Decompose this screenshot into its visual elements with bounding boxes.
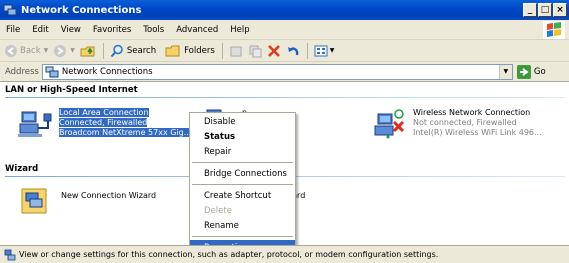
connection-device: Intel(R) Wireless WiFi Link 496... <box>413 128 542 137</box>
connection-name: Local Area Connection <box>59 108 149 117</box>
folders-button[interactable]: Folders <box>163 42 217 60</box>
group-header-wizard: Wizard <box>5 164 39 174</box>
menu-rename[interactable]: Rename <box>190 218 295 233</box>
go-button[interactable]: Go <box>516 64 546 79</box>
views-icon <box>314 45 328 56</box>
toolbar-separator <box>221 42 223 59</box>
group-header-lan: LAN or High-Speed Internet <box>5 85 138 95</box>
menu-separator <box>192 236 293 237</box>
back-label: Back <box>20 45 41 56</box>
menu-repair[interactable]: Repair <box>190 144 295 159</box>
search-icon <box>110 44 123 57</box>
go-label: Go <box>533 66 546 77</box>
toolbar-separator <box>102 42 104 59</box>
group-divider <box>5 97 565 98</box>
status-text: View or change settings for this connect… <box>19 250 439 259</box>
go-arrow-icon <box>516 64 531 79</box>
menu-view[interactable]: View <box>55 25 87 35</box>
copy-to-icon <box>249 45 262 57</box>
menu-status[interactable]: Status <box>190 129 295 144</box>
wizard-name: New Connection Wizard <box>61 191 157 200</box>
window-title: Network Connections <box>21 4 142 16</box>
wireless-connection-icon <box>372 108 406 140</box>
maximize-button[interactable]: □ <box>538 3 552 17</box>
network-connections-icon <box>45 66 59 77</box>
connection-device: Broadcom NetXtreme 57xx Gig... <box>59 128 192 137</box>
back-arrow-icon <box>5 44 17 57</box>
up-folder-icon <box>80 46 95 56</box>
toolbar: Back ▼ ▼ Search Folders ▼ <box>0 40 569 62</box>
undo-icon <box>287 46 299 55</box>
wizard-icon <box>20 185 54 217</box>
folders-label: Folders <box>184 45 215 56</box>
delete-x-icon <box>267 44 280 57</box>
chevron-down-icon: ▼ <box>503 68 509 75</box>
toolbar-separator <box>306 42 308 59</box>
menu-tools[interactable]: Tools <box>137 25 170 35</box>
windows-logo-icon <box>543 21 565 39</box>
folders-icon <box>165 45 180 56</box>
forward-button[interactable]: ▼ <box>51 42 77 60</box>
address-input[interactable]: Network Connections ▼ <box>41 63 513 80</box>
connection-name: Wireless Network Connection <box>413 108 531 117</box>
address-value: Network Connections <box>61 66 153 77</box>
context-menu: Disable Status Repair Bridge Connections… <box>189 112 296 255</box>
lan-connection-icon <box>18 108 52 140</box>
menu-bridge-connections[interactable]: Bridge Connections <box>190 166 295 181</box>
menu-separator <box>192 162 293 163</box>
close-button[interactable]: × <box>553 3 567 17</box>
network-status-icon <box>4 249 16 261</box>
title-bar[interactable]: Network Connections _ □ × <box>0 0 569 20</box>
address-bar: Address Network Connections ▼ Go <box>0 62 569 82</box>
search-button[interactable]: Search <box>108 42 158 60</box>
address-dropdown-button[interactable]: ▼ <box>498 64 512 79</box>
views-dropdown-icon[interactable]: ▼ <box>330 47 335 54</box>
minimize-button[interactable]: _ <box>523 3 537 17</box>
delete-button[interactable] <box>265 42 283 60</box>
menu-file[interactable]: File <box>0 25 26 35</box>
menu-disable[interactable]: Disable <box>190 114 295 129</box>
menu-edit[interactable]: Edit <box>26 25 54 35</box>
forward-dropdown-icon[interactable]: ▼ <box>70 47 75 54</box>
back-dropdown-icon[interactable]: ▼ <box>44 47 49 54</box>
menu-bar: File Edit View Favorites Tools Advanced … <box>0 20 569 40</box>
forward-arrow-icon <box>54 44 67 57</box>
move-to-icon <box>230 46 242 56</box>
menu-delete[interactable]: Delete <box>190 203 295 218</box>
menu-help[interactable]: Help <box>224 25 255 35</box>
up-folder-button[interactable] <box>78 42 98 60</box>
connection-local-area[interactable]: Local Area Connection Connected, Firewal… <box>18 108 192 140</box>
undo-button[interactable] <box>284 42 302 60</box>
connection-wireless[interactable]: Wireless Network Connection Not connecte… <box>372 108 542 140</box>
search-label: Search <box>126 45 157 56</box>
menu-advanced[interactable]: Advanced <box>170 25 224 35</box>
new-connection-wizard[interactable]: New Connection Wizard <box>20 185 156 217</box>
status-bar: View or change settings for this connect… <box>0 245 569 263</box>
connection-status: Connected, Firewalled <box>59 118 148 127</box>
move-to-button[interactable] <box>227 42 245 60</box>
copy-to-button[interactable] <box>246 42 264 60</box>
address-label: Address <box>5 66 39 77</box>
views-button[interactable]: ▼ <box>312 42 337 60</box>
network-connections-icon <box>3 3 17 17</box>
back-button[interactable]: Back ▼ <box>2 42 50 60</box>
connection-status: Not connected, Firewalled <box>413 118 517 127</box>
menu-create-shortcut[interactable]: Create Shortcut <box>190 188 295 203</box>
menu-separator <box>192 184 293 185</box>
menu-favorites[interactable]: Favorites <box>87 25 137 35</box>
